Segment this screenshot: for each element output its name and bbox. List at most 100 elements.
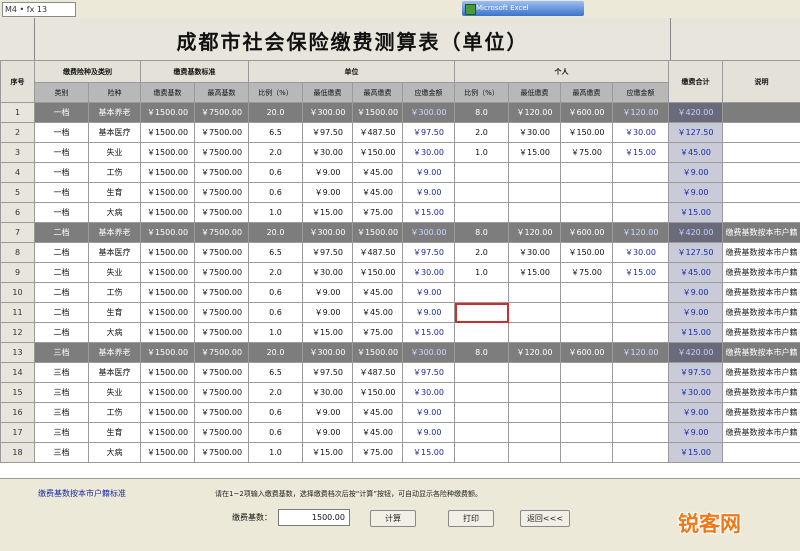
cell-sum[interactable]: ￥127.50 — [669, 243, 723, 263]
cell-note[interactable]: 缴费基数按本市户籍 — [723, 423, 800, 443]
cell-pp[interactable]: 2.0 — [455, 123, 509, 143]
cell-due[interactable]: ￥30.00 — [403, 383, 455, 403]
cell-b1[interactable]: ￥1500.00 — [141, 123, 195, 143]
cell-hi[interactable]: ￥45.00 — [353, 423, 403, 443]
cell-phi[interactable]: ￥600.00 — [561, 103, 613, 123]
cell-hi[interactable]: ￥1500.00 — [353, 223, 403, 243]
cell-type[interactable]: 基本养老 — [89, 103, 141, 123]
back-button[interactable]: 返回<<< — [520, 510, 570, 527]
cell-pdue[interactable]: ￥120.00 — [613, 103, 669, 123]
cell-due[interactable]: ￥97.50 — [403, 123, 455, 143]
cell-pdue[interactable]: ￥30.00 — [613, 123, 669, 143]
cell-hi[interactable]: ￥45.00 — [353, 403, 403, 423]
cell-pp[interactable] — [455, 163, 509, 183]
cell-due[interactable]: ￥9.00 — [403, 423, 455, 443]
cell-b1[interactable]: ￥1500.00 — [141, 243, 195, 263]
cell-type[interactable]: 生育 — [89, 303, 141, 323]
cell-due[interactable]: ￥300.00 — [403, 223, 455, 243]
note-link[interactable]: 缴费基数按本市户籍标准 — [38, 488, 126, 499]
cell-lo[interactable]: ￥9.00 — [303, 283, 353, 303]
cell-b2[interactable]: ￥7500.00 — [195, 103, 249, 123]
cell-due[interactable]: ￥15.00 — [403, 443, 455, 463]
cell-sum[interactable]: ￥9.00 — [669, 303, 723, 323]
cell-lo[interactable]: ￥9.00 — [303, 163, 353, 183]
cell-p[interactable]: 6.5 — [249, 123, 303, 143]
cell-type[interactable]: 生育 — [89, 183, 141, 203]
cell-pp[interactable] — [455, 423, 509, 443]
cell-note[interactable]: 缴费基数按本市户籍 — [723, 303, 800, 323]
cell-p[interactable]: 2.0 — [249, 143, 303, 163]
cell-p[interactable]: 6.5 — [249, 243, 303, 263]
cell-pdue[interactable]: ￥30.00 — [613, 243, 669, 263]
cell-lo[interactable]: ￥300.00 — [303, 103, 353, 123]
calculate-button[interactable]: 计算 — [370, 510, 416, 527]
cell-b2[interactable]: ￥7500.00 — [195, 383, 249, 403]
cell-due[interactable]: ￥300.00 — [403, 103, 455, 123]
cell-b2[interactable]: ￥7500.00 — [195, 263, 249, 283]
cell-plo[interactable]: ￥120.00 — [509, 343, 561, 363]
cell-type[interactable]: 基本养老 — [89, 223, 141, 243]
cell-hi[interactable]: ￥150.00 — [353, 263, 403, 283]
cell-b1[interactable]: ￥1500.00 — [141, 323, 195, 343]
cell-hi[interactable]: ￥45.00 — [353, 283, 403, 303]
cell-cat[interactable]: 三档 — [35, 363, 89, 383]
cell-b1[interactable]: ￥1500.00 — [141, 443, 195, 463]
cell-note[interactable] — [723, 443, 800, 463]
cell-due[interactable]: ￥300.00 — [403, 343, 455, 363]
cell-plo[interactable]: ￥15.00 — [509, 143, 561, 163]
cell-phi[interactable]: ￥600.00 — [561, 223, 613, 243]
cell-plo[interactable]: ￥15.00 — [509, 263, 561, 283]
cell-cat[interactable]: 三档 — [35, 443, 89, 463]
cell-note[interactable]: 缴费基数按本市户籍 — [723, 363, 800, 383]
cell-b1[interactable]: ￥1500.00 — [141, 363, 195, 383]
cell-b1[interactable]: ￥1500.00 — [141, 223, 195, 243]
cell-phi[interactable] — [561, 183, 613, 203]
cell-pdue[interactable]: ￥120.00 — [613, 343, 669, 363]
base-input[interactable]: 1500.00 — [278, 509, 350, 526]
cell-pdue[interactable]: ￥15.00 — [613, 143, 669, 163]
cell-pdue[interactable] — [613, 383, 669, 403]
cell-phi[interactable]: ￥150.00 — [561, 243, 613, 263]
cell-sum[interactable]: ￥9.00 — [669, 283, 723, 303]
cell-pp[interactable] — [455, 183, 509, 203]
cell-note[interactable] — [723, 163, 800, 183]
cell-sum[interactable]: ￥30.00 — [669, 383, 723, 403]
cell-cat[interactable]: 一档 — [35, 183, 89, 203]
cell-pp[interactable] — [455, 283, 509, 303]
cell-sum[interactable]: ￥15.00 — [669, 323, 723, 343]
cell-phi[interactable] — [561, 443, 613, 463]
cell-note[interactable]: 缴费基数按本市户籍 — [723, 243, 800, 263]
cell-sum[interactable]: ￥420.00 — [669, 103, 723, 123]
cell-b2[interactable]: ￥7500.00 — [195, 403, 249, 423]
cell-phi[interactable]: ￥75.00 — [561, 143, 613, 163]
cell-note[interactable] — [723, 143, 800, 163]
cell-type[interactable]: 大病 — [89, 323, 141, 343]
cell-cat[interactable]: 二档 — [35, 223, 89, 243]
cell-hi[interactable]: ￥75.00 — [353, 443, 403, 463]
cell-pdue[interactable] — [613, 283, 669, 303]
cell-cat[interactable]: 二档 — [35, 303, 89, 323]
cell-plo[interactable] — [509, 283, 561, 303]
cell-note[interactable]: 缴费基数按本市户籍 — [723, 263, 800, 283]
cell-sum[interactable]: ￥45.00 — [669, 263, 723, 283]
cell-lo[interactable]: ￥30.00 — [303, 383, 353, 403]
cell-plo[interactable]: ￥120.00 — [509, 223, 561, 243]
cell-plo[interactable] — [509, 203, 561, 223]
cell-type[interactable]: 大病 — [89, 443, 141, 463]
cell-b1[interactable]: ￥1500.00 — [141, 423, 195, 443]
cell-sum[interactable]: ￥420.00 — [669, 343, 723, 363]
cell-p[interactable]: 2.0 — [249, 383, 303, 403]
cell-pdue[interactable] — [613, 163, 669, 183]
cell-phi[interactable] — [561, 363, 613, 383]
cell-type[interactable]: 失业 — [89, 263, 141, 283]
cell-cat[interactable]: 一档 — [35, 143, 89, 163]
cell-sum[interactable]: ￥127.50 — [669, 123, 723, 143]
cell-pp[interactable] — [455, 403, 509, 423]
cell-phi[interactable]: ￥150.00 — [561, 123, 613, 143]
cell-type[interactable]: 工伤 — [89, 283, 141, 303]
cell-b1[interactable]: ￥1500.00 — [141, 143, 195, 163]
cell-pp[interactable]: 2.0 — [455, 243, 509, 263]
cell-sum[interactable]: ￥9.00 — [669, 423, 723, 443]
cell-note[interactable]: 缴费基数按本市户籍 — [723, 283, 800, 303]
cell-b1[interactable]: ￥1500.00 — [141, 303, 195, 323]
